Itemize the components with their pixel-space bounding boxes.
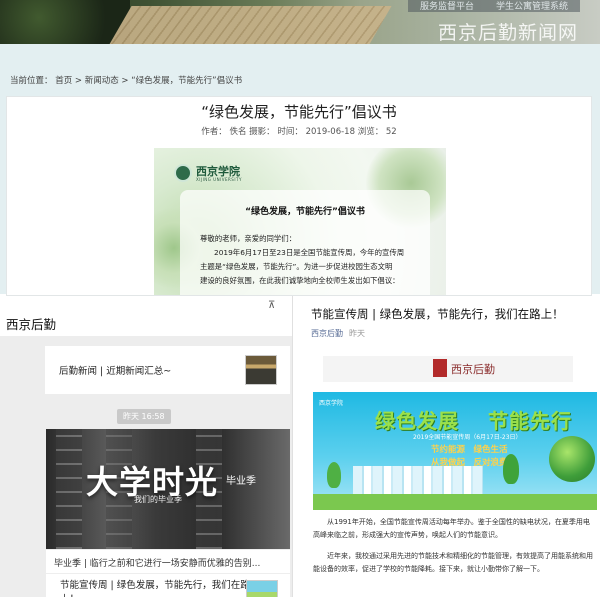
tree-illustration [503, 454, 519, 484]
hero-subtitle: 我们的毕业季 [134, 495, 182, 504]
article-title: “绿色发展，节能先行”倡议书 [201, 103, 397, 121]
banner-deck-image [108, 6, 392, 44]
nav-link-service-platform[interactable]: 服务监督平台 [420, 2, 474, 12]
proposal-poster-image: 西京学院 XIJING UNIVERSITY “绿色发展，节能先行”倡议书 尊敬… [154, 148, 446, 295]
message-thumbnail [246, 580, 278, 597]
message-title: 节能宣传周 | 绿色发展，节能先行，我们在路上！ [60, 580, 250, 597]
message-row[interactable]: 毕业季 | 临行之前和它进行一场安静而优雅的告别... [46, 549, 290, 573]
window-decoration [56, 429, 82, 549]
poster-date: 2019全国节能宣传周（6月17日-23日） [413, 434, 522, 441]
poster-heading: “绿色发展，节能先行”倡议书 [245, 207, 365, 217]
article-paragraph: 近年来，我校通过采用先进的节能技术和精细化的节能管理，有效提高了用能系统和用能设… [313, 552, 593, 574]
poster-heading-left: 绿色发展 [375, 409, 459, 433]
poster-greeting: 尊敬的老师，亲爱的同学们： [200, 234, 297, 243]
article-date: 昨天 [349, 329, 365, 338]
poster-text-panel: “绿色发展，节能先行”倡议书 尊敬的老师，亲爱的同学们： 2019年6月17日至… [180, 190, 430, 295]
message-thumbnail [245, 355, 277, 385]
logistics-logo-text: 西京后勤 [451, 363, 495, 376]
article-card: “绿色发展，节能先行”倡议书 作者： 佚名 摄影： 时间： 2019-06-18… [6, 96, 592, 296]
message-card-multi: 大学时光 毕业季 我们的毕业季 毕业季 | 临行之前和它进行一场安静而优雅的告别… [46, 429, 290, 597]
site-top-nav: 服务监督平台 学生公寓管理系统 [407, 0, 580, 12]
globe-icon [549, 436, 595, 482]
logo-bar [323, 356, 573, 382]
wechat-message-list: 西京后勤 ⊼ 后勤新闻 | 近期新闻汇总~ 昨天 16:58 大学时光 毕业季 … [0, 296, 292, 597]
energy-week-poster-image: 西京学院 绿色发展 节能先行 2019全国节能宣传周（6月17日-23日） 节约… [313, 392, 597, 510]
poster-heading-right: 节能先行 [488, 409, 572, 433]
seal-icon [433, 359, 447, 377]
grass-illustration [313, 494, 597, 510]
tree-illustration [327, 462, 341, 488]
message-title: 后勤新闻 | 近期新闻汇总~ [59, 366, 172, 377]
banner-tree-image [0, 0, 130, 44]
message-title: 毕业季 | 临行之前和它进行一场安静而优雅的告别... [54, 559, 261, 569]
poster-line: 建设的良好氛围，在此我们诚挚地向全校师生发出如下倡议： [200, 276, 400, 285]
article-page: 当前位置： 首页 > 新闻动态 > “绿色发展，节能先行”倡议书 “绿色发展，节… [0, 44, 600, 296]
poster-line: 主题是“绿色发展，节能先行”。为进一步促进校园生态文明 [200, 262, 393, 271]
university-logo-icon [174, 164, 192, 182]
timestamp-chip: 昨天 16:58 [117, 409, 171, 424]
account-name: 西京后勤 [6, 317, 57, 332]
article-title: 节能宣传周 | 绿色发展，节能先行，我们在路上！ [311, 307, 564, 321]
slogan-line: 节约能源 绿色生活 [431, 445, 508, 455]
university-logo-subtext: XIJING UNIVERSITY [196, 177, 242, 182]
article-source-link[interactable]: 西京后勤 [311, 328, 343, 339]
site-brand-title: 西京后勤新闻网 [437, 22, 578, 44]
article-paragraph: 从1991年开始，全国节能宣传周活动每年举办。鉴于全国性的缺电状况，在夏季用电高… [313, 518, 590, 540]
wechat-article: 节能宣传周 | 绿色发展，节能先行，我们在路上！ 西京后勤 昨天 西京后勤 西京… [292, 296, 600, 597]
site-banner: 服务监督平台 学生公寓管理系统 西京后勤新闻网 [0, 0, 600, 44]
breadcrumb: 当前位置： 首页 > 新闻动态 > “绿色发展，节能先行”倡议书 [10, 76, 243, 86]
hero-season: 毕业季 [226, 476, 256, 487]
poster-logo: 西京学院 [319, 400, 344, 407]
nav-link-dorm-system[interactable]: 学生公寓管理系统 [496, 2, 568, 12]
pin-icon[interactable]: ⊼ [268, 300, 275, 311]
graduation-hero-image[interactable]: 大学时光 毕业季 我们的毕业季 [46, 429, 290, 549]
wechat-list-header: 西京后勤 ⊼ [0, 296, 292, 336]
city-illustration [353, 466, 483, 496]
message-card[interactable]: 后勤新闻 | 近期新闻汇总~ [45, 346, 290, 394]
article-meta: 作者： 佚名 摄影： 时间： 2019-06-18 浏览： 52 [201, 127, 397, 137]
poster-line: 2019年6月17日至23日是全国节能宣传周，今年的宣传周 [214, 248, 405, 257]
message-row[interactable]: 节能宣传周 | 绿色发展，节能先行，我们在路上！ [46, 573, 290, 597]
